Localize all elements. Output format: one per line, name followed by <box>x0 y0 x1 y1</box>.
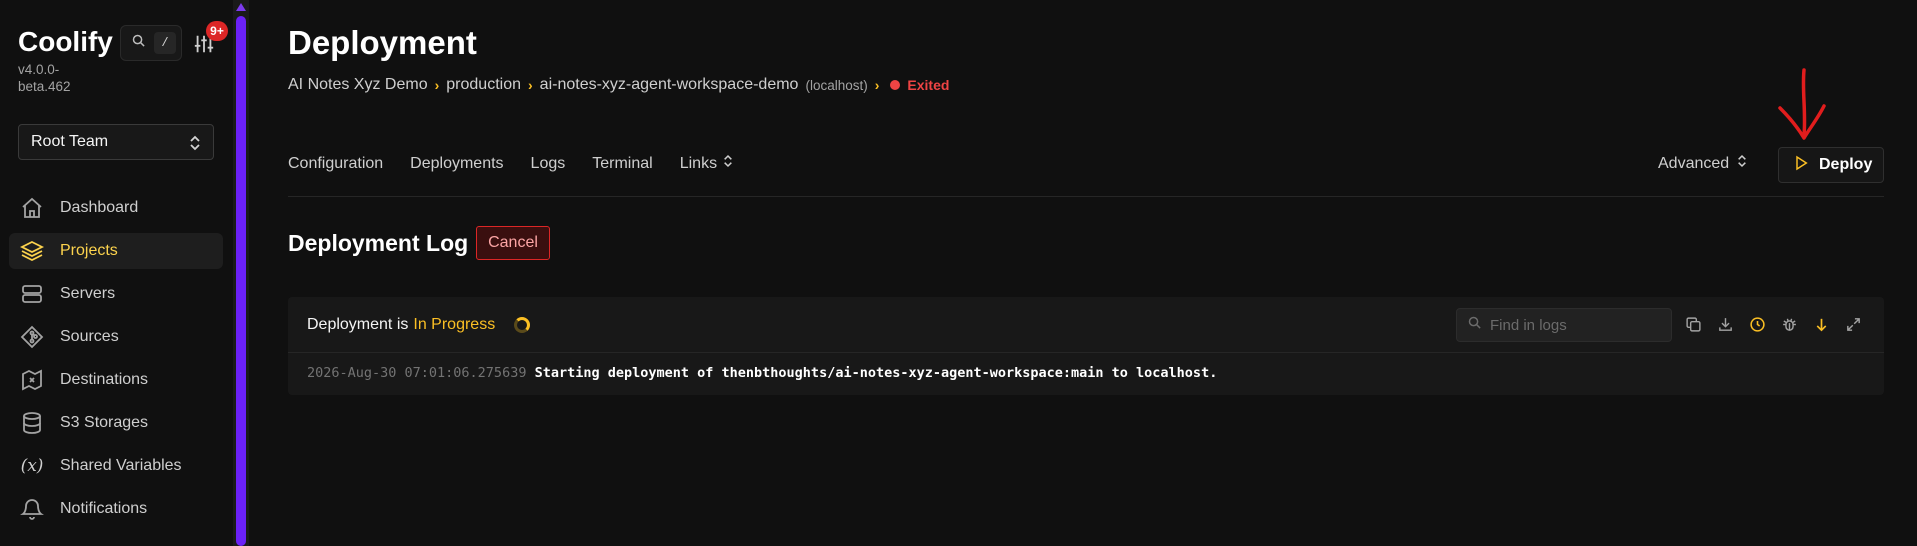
breadcrumb-environment[interactable]: production <box>446 76 521 94</box>
copy-icon <box>1685 316 1701 332</box>
tab-configuration[interactable]: Configuration <box>288 154 383 173</box>
chevron-right-icon: › <box>528 77 533 93</box>
copy-logs-button[interactable] <box>1684 315 1702 333</box>
toggle-timestamps-button[interactable] <box>1748 315 1766 333</box>
deployment-log-panel: Deployment is In Progress Find in logs 2… <box>288 297 1884 395</box>
version-label: v4.0.0-beta.462 <box>18 62 71 94</box>
sidebar-item-label: Dashboard <box>60 199 139 216</box>
cancel-button[interactable]: Cancel <box>476 226 550 260</box>
breadcrumb-application[interactable]: ai-notes-xyz-agent-workspace-demo <box>540 76 799 94</box>
log-timestamp: 2026-Aug-30 07:01:06.275639 <box>307 365 527 381</box>
log-message: Starting deployment of thenbthoughts/ai-… <box>534 365 1218 381</box>
page-title: Deployment <box>288 24 477 61</box>
deployment-log-heading: Deployment Log <box>288 230 469 256</box>
loading-spinner-icon <box>514 317 531 333</box>
chevron-right-icon: › <box>874 77 880 93</box>
play-icon <box>1793 155 1809 176</box>
team-select[interactable]: Root Team <box>18 124 214 160</box>
chevron-right-icon: › <box>434 77 440 93</box>
chevron-up-down-icon <box>189 135 201 156</box>
red-annotation-arrow-icon <box>1778 68 1826 140</box>
sidebar-item-destinations[interactable]: Destinations <box>9 362 223 398</box>
arrow-down-icon <box>1816 318 1826 331</box>
brand-logo[interactable]: Coolify <box>18 26 113 58</box>
variable-icon: (x) <box>20 456 44 476</box>
log-line: 2026-Aug-30 07:01:06.275639 Starting dep… <box>307 365 1217 381</box>
sidebar-nav: Dashboard Projects Servers Sources Desti… <box>9 190 223 534</box>
sidebar: Coolify v4.0.0-beta.462 / 9+ Root Team D… <box>0 0 232 546</box>
log-search-field[interactable] <box>1456 308 1672 342</box>
chevron-up-down-icon <box>1737 154 1747 173</box>
search-shortcut-key: / <box>154 32 176 54</box>
search-button[interactable]: / <box>120 25 182 61</box>
status-dot-icon <box>890 80 901 90</box>
fullscreen-button[interactable] <box>1844 315 1862 333</box>
app-tabs: Configuration Deployments Logs Terminal … <box>288 154 733 173</box>
server-icon <box>20 282 44 306</box>
sidebar-item-s3-storages[interactable]: S3 Storages <box>9 405 223 441</box>
tab-terminal[interactable]: Terminal <box>592 154 652 173</box>
sidebar-item-label: Notifications <box>60 500 148 517</box>
deploy-label: Deploy <box>1819 156 1873 173</box>
deploy-button[interactable]: Deploy <box>1778 147 1884 183</box>
chevron-up-down-icon <box>723 154 733 173</box>
advanced-label: Advanced <box>1658 154 1730 172</box>
clock-icon <box>1749 316 1765 332</box>
git-icon <box>20 325 44 349</box>
advanced-dropdown[interactable]: Advanced <box>1658 154 1747 173</box>
search-icon <box>1467 315 1482 335</box>
sidebar-item-label: Sources <box>60 328 119 345</box>
deployment-status-prefix: Deployment is <box>307 316 409 333</box>
sidebar-item-projects[interactable]: Projects <box>9 233 223 269</box>
breadcrumb: AI Notes Xyz Demo › production › ai-note… <box>288 76 949 94</box>
database-icon <box>20 411 44 435</box>
tab-deployments[interactable]: Deployments <box>410 154 503 173</box>
main-content: Deployment AI Notes Xyz Demo › productio… <box>288 0 1884 546</box>
search-icon <box>131 33 146 53</box>
deployment-status-value: In Progress <box>413 316 496 333</box>
bell-icon <box>20 497 44 521</box>
tabs-divider <box>288 196 1884 197</box>
sidebar-item-label: S3 Storages <box>60 414 149 431</box>
sidebar-item-shared-variables[interactable]: (x) Shared Variables <box>9 448 223 484</box>
log-search-input[interactable] <box>1490 316 1660 334</box>
toggle-debug-button[interactable] <box>1780 315 1798 333</box>
sidebar-item-notifications[interactable]: Notifications <box>9 491 223 527</box>
breadcrumb-project[interactable]: AI Notes Xyz Demo <box>288 76 428 94</box>
download-logs-button[interactable] <box>1716 315 1734 333</box>
tab-links[interactable]: Links <box>680 154 733 173</box>
tab-links-label: Links <box>679 154 718 172</box>
log-panel-header: Deployment is In Progress <box>288 297 1884 353</box>
sidebar-item-label: Servers <box>60 285 116 302</box>
sidebar-item-label: Shared Variables <box>60 457 182 474</box>
team-select-value: Root Team <box>31 133 109 150</box>
app-window: Coolify v4.0.0-beta.462 / 9+ Root Team D… <box>0 0 1917 546</box>
breadcrumb-host: (localhost) <box>805 77 868 93</box>
map-icon <box>20 368 44 392</box>
layers-icon <box>20 239 44 263</box>
bug-icon <box>1782 318 1796 331</box>
notification-badge: 9+ <box>206 21 228 41</box>
sidebar-item-servers[interactable]: Servers <box>9 276 223 312</box>
sidebar-item-sources[interactable]: Sources <box>9 319 223 355</box>
follow-logs-button[interactable] <box>1812 315 1830 333</box>
sidebar-scrollbar-thumb[interactable] <box>236 16 246 546</box>
download-icon <box>1718 317 1732 331</box>
sidebar-item-label: Destinations <box>60 371 149 388</box>
scroll-up-arrow-icon[interactable] <box>236 3 246 11</box>
status-badge: Exited <box>907 77 950 93</box>
sliders-icon <box>193 35 215 59</box>
sidebar-item-dashboard[interactable]: Dashboard <box>9 190 223 226</box>
home-icon <box>20 196 44 220</box>
expand-icon <box>1846 317 1860 331</box>
deployment-status: Deployment is In Progress <box>307 316 531 334</box>
sidebar-item-label: Projects <box>60 242 118 259</box>
tab-logs[interactable]: Logs <box>531 154 566 173</box>
log-toolbar <box>1684 315 1862 333</box>
